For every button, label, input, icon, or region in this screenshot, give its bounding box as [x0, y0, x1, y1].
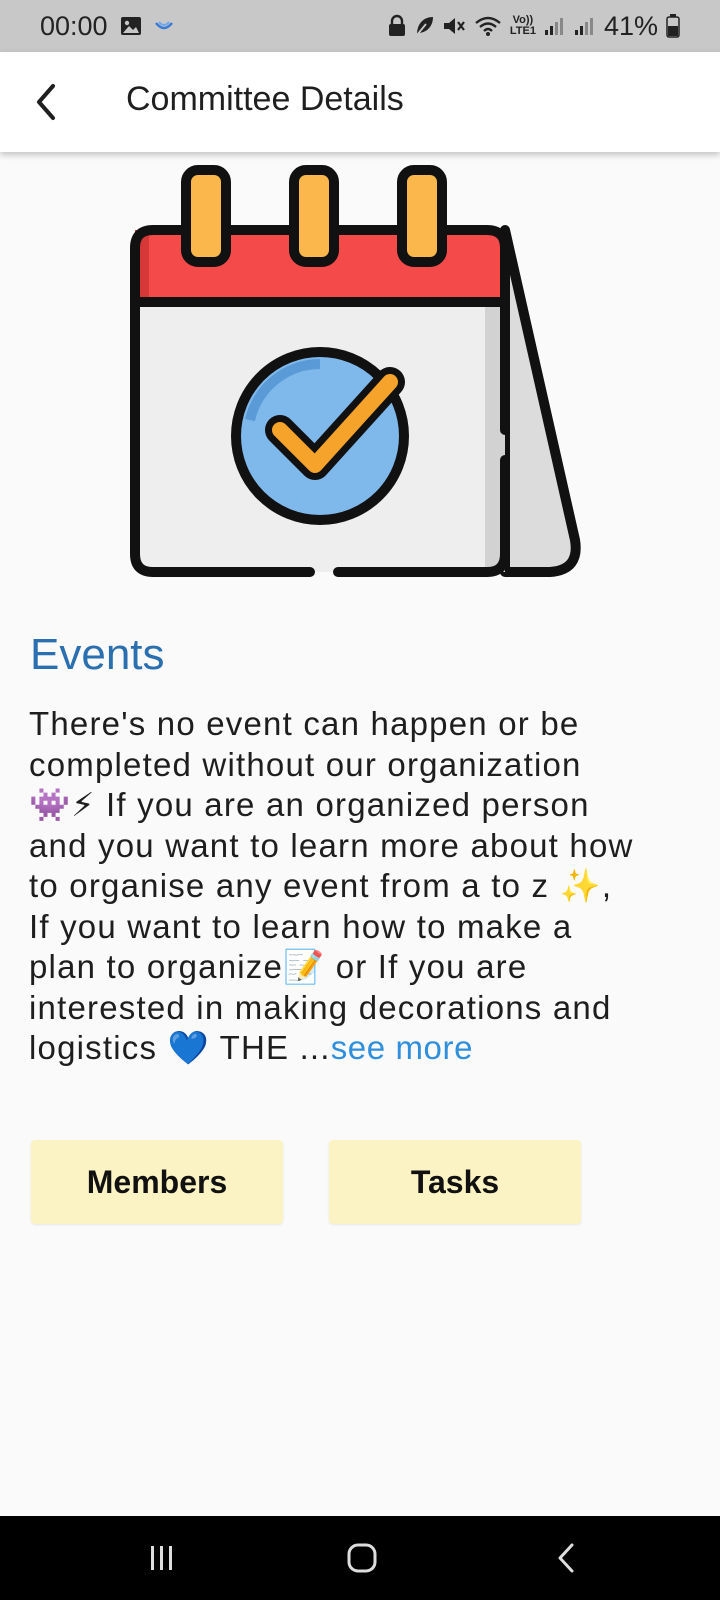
back-button[interactable] — [18, 74, 74, 130]
description-line: completed without our organization — [29, 745, 582, 783]
committee-description: There's no event can happen or be comple… — [29, 704, 697, 1069]
recent-apps-icon[interactable] — [132, 1536, 192, 1580]
mute-icon — [442, 15, 466, 37]
description-line: and you want to learn more about how — [29, 826, 634, 864]
description-line: interested in making decorations and — [29, 988, 612, 1026]
signal-icon — [574, 16, 596, 36]
description-last-line: logistics 💙 THE ...see more — [29, 1028, 697, 1069]
volte-icon: Vo)) LTE1 — [509, 14, 536, 37]
signal-icon — [544, 16, 566, 36]
chevron-left-icon — [37, 84, 55, 120]
lock-icon — [388, 14, 406, 38]
members-button[interactable]: Members — [31, 1140, 283, 1224]
battery-icon — [666, 14, 680, 38]
app-bar: Committee Details — [0, 52, 720, 152]
notification-app-icon — [154, 19, 174, 33]
description-line: 👾⚡ If you are an organized person — [29, 786, 590, 823]
wifi-icon — [474, 15, 502, 37]
tasks-button[interactable]: Tasks — [329, 1140, 581, 1224]
back-icon[interactable] — [536, 1536, 596, 1580]
system-nav-bar — [0, 1516, 720, 1600]
battery-percent: 41% — [603, 10, 658, 41]
description-line: If you want to learn how to make a — [29, 907, 573, 945]
gallery-icon — [120, 15, 142, 37]
calendar-check-icon — [120, 160, 600, 600]
committee-name: Events — [30, 630, 165, 679]
leaf-icon — [414, 15, 434, 37]
see-more-link[interactable]: see more — [331, 1029, 473, 1066]
page-title: Committee Details — [126, 80, 404, 118]
description-line: There's no event can happen or be — [29, 705, 580, 742]
status-time: 00:00 — [40, 10, 108, 41]
description-line: logistics 💙 THE ... — [29, 1029, 331, 1066]
description-line: to organise any event from a to z ✨, — [29, 867, 613, 904]
status-bar: 00:00 Vo)) LTE1 41% — [0, 0, 720, 52]
home-icon[interactable] — [332, 1536, 392, 1580]
description-line: plan to organize📝 or If you are — [29, 948, 528, 985]
